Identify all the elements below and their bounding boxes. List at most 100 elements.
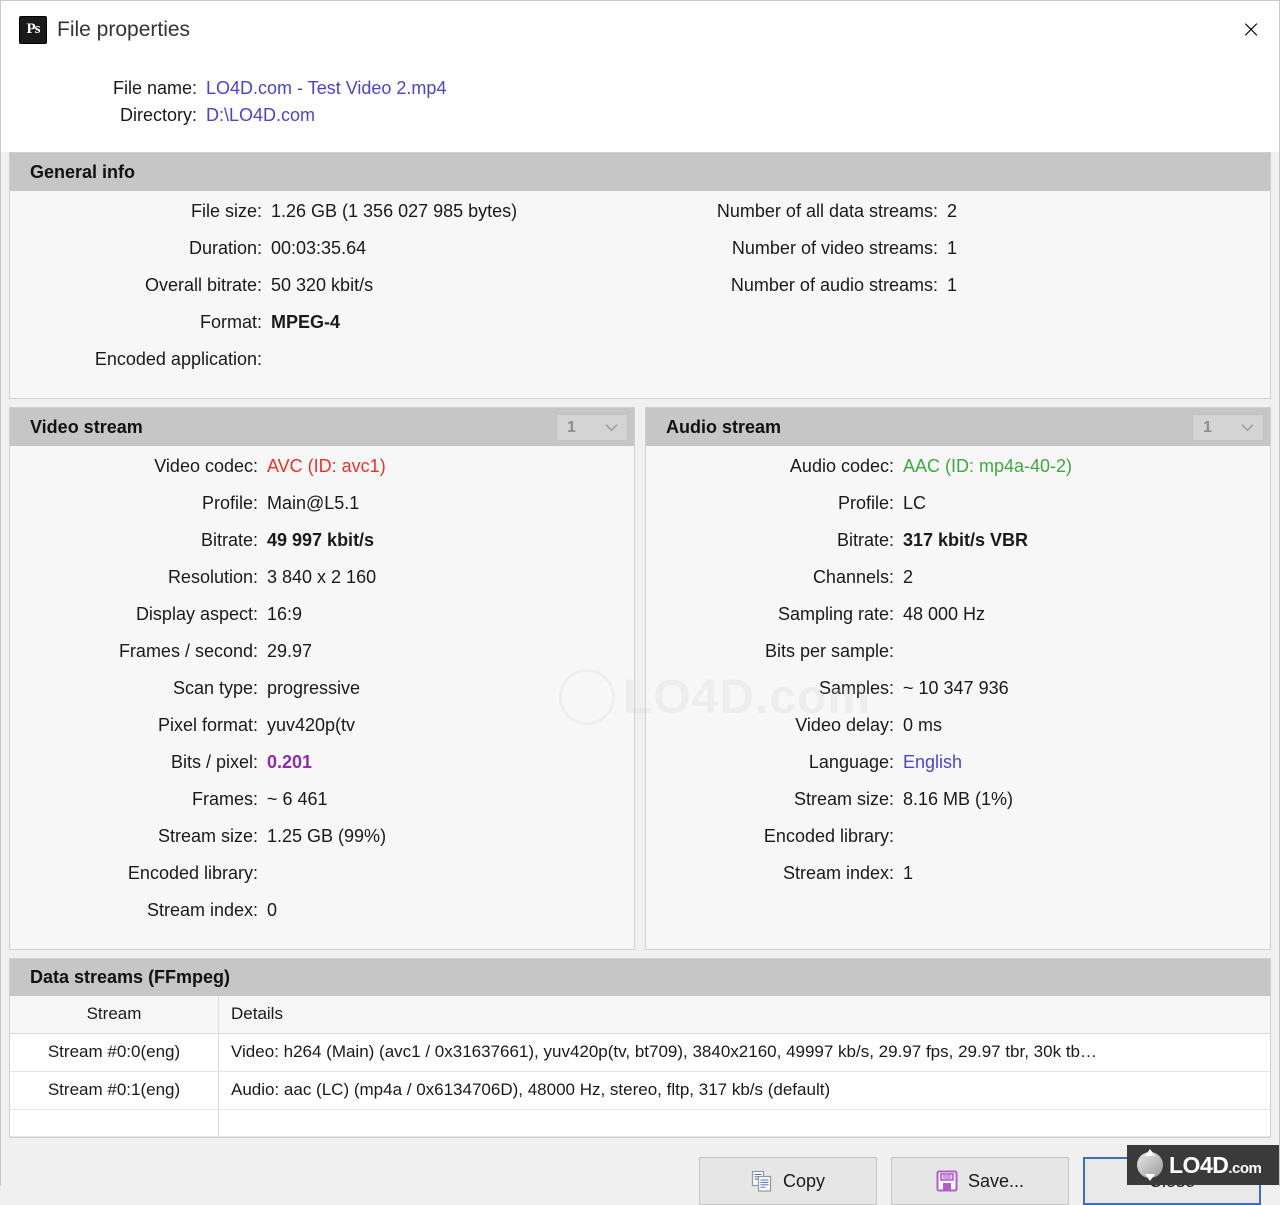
- general-info-header: General info: [10, 153, 1270, 191]
- audio-encoded-library-row: Encoded library:: [646, 826, 1270, 863]
- duration-row: Duration: 00:03:35.64: [10, 238, 650, 275]
- audio-stream-panel: Audio stream 1 Audio codec: AAC (ID: mp4…: [645, 407, 1271, 950]
- general-info-left-column: File size: 1.26 GB (1 356 027 985 bytes)…: [10, 201, 650, 386]
- video-frames-label: Frames:: [191, 789, 258, 809]
- video-streams-count-label: Number of video streams:: [731, 238, 938, 258]
- video-stream-size-label: Stream size:: [157, 826, 258, 846]
- column-header-details[interactable]: Details: [219, 996, 1270, 1033]
- directory-value[interactable]: D:\LO4D.com: [206, 105, 315, 126]
- data-streams-table: Stream Details Stream #0:0(eng) Video: h…: [9, 996, 1271, 1138]
- copy-button[interactable]: Copy: [699, 1157, 877, 1205]
- video-stream-selector[interactable]: 1: [556, 414, 628, 441]
- audio-video-delay-label: Video delay:: [795, 715, 894, 735]
- video-fps-row: Frames / second: 29.97: [10, 641, 634, 678]
- file-name-label: File name:: [112, 78, 197, 98]
- floppy-disk-icon: [936, 1170, 958, 1192]
- video-stream-index-label: Stream index:: [146, 900, 258, 920]
- cell-details: Audio: aac (LC) (mp4a / 0x6134706D), 480…: [231, 1080, 831, 1099]
- cell-details-empty: [219, 1110, 1270, 1136]
- general-info-right-column: Number of all data streams: 2 Number of …: [650, 201, 1270, 386]
- audio-stream-header: Audio stream 1: [646, 408, 1270, 446]
- video-stream-size-value: 1.25 GB (99%): [267, 826, 387, 846]
- general-info-panel: General info File size: 1.26 GB (1 356 0…: [9, 152, 1271, 484]
- audio-codec-label: Audio codec:: [789, 456, 894, 476]
- audio-stream-title: Audio stream: [666, 416, 782, 437]
- audio-samples-row: Samples: ~ 10 347 936: [646, 678, 1270, 715]
- video-resolution-label: Resolution:: [167, 567, 258, 587]
- video-codec-value: AVC (ID: avc1): [267, 456, 386, 476]
- audio-stream-size-row: Stream size: 8.16 MB (1%): [646, 789, 1270, 826]
- table-row[interactable]: Stream #0:0(eng) Video: h264 (Main) (avc…: [10, 1034, 1270, 1072]
- audio-sampling-rate-label: Sampling rate:: [777, 604, 894, 624]
- general-info-body: File size: 1.26 GB (1 356 027 985 bytes)…: [10, 191, 1270, 398]
- data-streams-section: Data streams (FFmpeg) Stream Details Str…: [9, 958, 1271, 1138]
- video-bitrate-label: Bitrate:: [200, 530, 258, 550]
- audio-bits-per-sample-label: Bits per sample:: [764, 641, 894, 661]
- video-pixel-format-value: yuv420p(tv: [267, 715, 356, 735]
- encoded-application-row: Encoded application:: [10, 349, 650, 386]
- table-row[interactable]: Stream #0:1(eng) Audio: aac (LC) (mp4a /…: [10, 1072, 1270, 1110]
- audio-language-row: Language: English: [646, 752, 1270, 789]
- audio-bits-per-sample-row: Bits per sample:: [646, 641, 1270, 678]
- save-button[interactable]: Save...: [891, 1157, 1069, 1205]
- video-resolution-row: Resolution: 3 840 x 2 160: [10, 567, 634, 604]
- format-value: MPEG-4: [271, 312, 341, 332]
- audio-stream-body: Audio codec: AAC (ID: mp4a-40-2) Profile…: [646, 446, 1270, 912]
- audio-video-delay-value: 0 ms: [903, 715, 943, 735]
- video-bitrate-row: Bitrate: 49 997 kbit/s: [10, 530, 634, 567]
- close-icon[interactable]: ×: [1223, 1, 1279, 57]
- audio-sampling-rate-value: 48 000 Hz: [903, 604, 986, 624]
- video-stream-index-value: 0: [267, 900, 278, 920]
- video-profile-row: Profile: Main@L5.1: [10, 493, 634, 530]
- video-resolution-value: 3 840 x 2 160: [267, 567, 377, 587]
- all-data-streams-value: 2: [947, 201, 958, 221]
- audio-language-label: Language:: [808, 752, 894, 772]
- video-pixel-format-label: Pixel format:: [157, 715, 258, 735]
- footer-button-bar: Copy Save... Close: [1, 1138, 1279, 1205]
- video-codec-label: Video codec:: [154, 456, 258, 476]
- file-name-value[interactable]: LO4D.com - Test Video 2.mp4: [206, 78, 446, 99]
- app-icon: Ps: [19, 15, 47, 44]
- video-bits-per-pixel-value: 0.201: [267, 752, 313, 772]
- video-streams-count-value: 1: [947, 238, 958, 258]
- video-stream-panel: Video stream 1 Video codec: AVC (ID: avc…: [9, 407, 635, 950]
- chevron-down-icon: [605, 419, 618, 434]
- overall-bitrate-value: 50 320 kbit/s: [271, 275, 374, 295]
- audio-bitrate-row: Bitrate: 317 kbit/s VBR: [646, 530, 1270, 567]
- audio-codec-row: Audio codec: AAC (ID: mp4a-40-2): [646, 456, 1270, 493]
- video-display-aspect-value: 16:9: [267, 604, 303, 624]
- cell-stream: Stream #0:1(eng): [10, 1072, 219, 1109]
- audio-streams-count-label: Number of audio streams:: [730, 275, 938, 295]
- audio-channels-value: 2: [903, 567, 914, 587]
- video-frames-value: ~ 6 461: [267, 789, 328, 809]
- video-scan-type-label: Scan type:: [172, 678, 258, 698]
- chevron-down-icon: [1241, 419, 1254, 434]
- overall-bitrate-row: Overall bitrate: 50 320 kbit/s: [10, 275, 650, 312]
- video-stream-body: Video codec: AVC (ID: avc1) Profile: Mai…: [10, 446, 634, 949]
- audio-language-value: English: [903, 752, 963, 772]
- video-fps-label: Frames / second:: [118, 641, 258, 661]
- video-scan-type-value: progressive: [267, 678, 361, 698]
- file-size-label: File size:: [190, 201, 262, 221]
- copy-icon: [751, 1170, 773, 1192]
- column-header-stream[interactable]: Stream: [10, 996, 219, 1033]
- audio-stream-selector[interactable]: 1: [1192, 414, 1264, 441]
- audio-bitrate-label: Bitrate:: [836, 530, 894, 550]
- audio-channels-label: Channels:: [812, 567, 894, 587]
- video-stream-selector-value: 1: [567, 418, 576, 436]
- video-profile-value: Main@L5.1: [267, 493, 360, 513]
- file-size-value: 1.26 GB (1 356 027 985 bytes): [271, 201, 518, 221]
- video-stream-index-row: Stream index: 0: [10, 900, 634, 937]
- audio-codec-value: AAC (ID: mp4a-40-2): [903, 456, 1073, 476]
- lo4d-logo-badge: LO4D.com: [1127, 1145, 1279, 1185]
- file-header: File name: LO4D.com - Test Video 2.mp4 D…: [1, 58, 1279, 152]
- cell-stream-empty: [10, 1110, 219, 1136]
- audio-stream-index-value: 1: [903, 863, 914, 883]
- cell-stream: Stream #0:0(eng): [10, 1034, 219, 1071]
- video-stream-header: Video stream 1: [10, 408, 634, 446]
- audio-profile-label: Profile:: [837, 493, 894, 513]
- audio-streams-count-value: 1: [947, 275, 958, 295]
- video-pixel-format-row: Pixel format: yuv420p(tv: [10, 715, 634, 752]
- video-streams-count-row: Number of video streams: 1: [650, 238, 1270, 275]
- audio-profile-row: Profile: LC: [646, 493, 1270, 530]
